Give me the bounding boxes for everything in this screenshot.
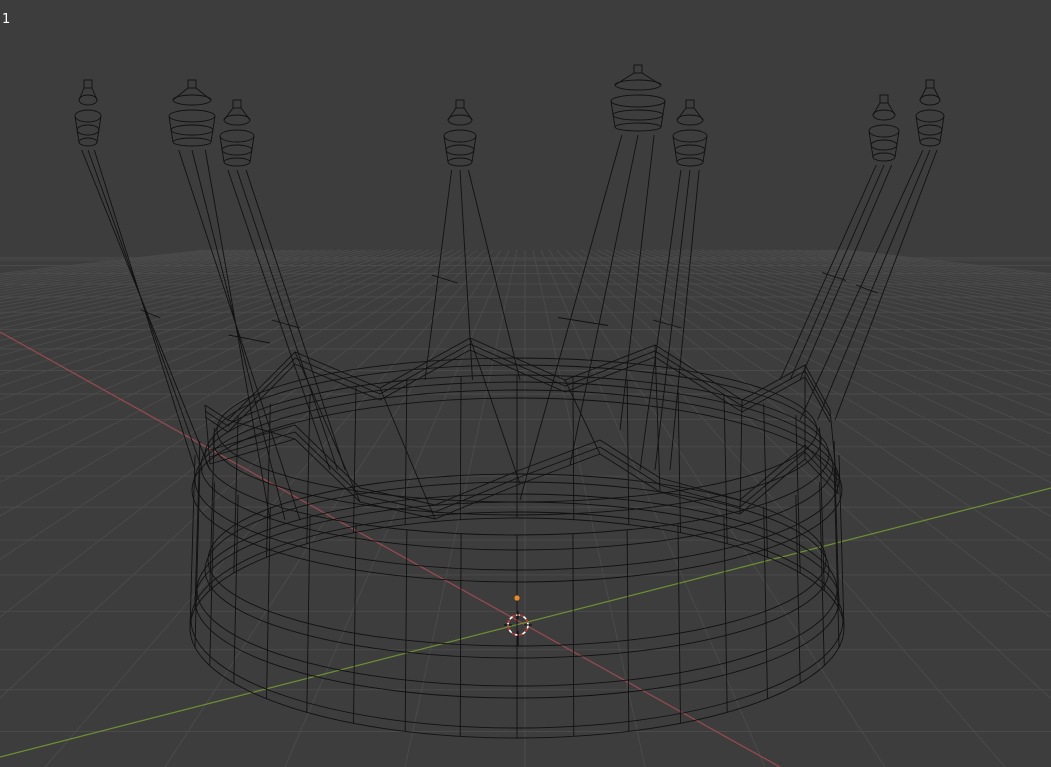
floor-grid [0, 249, 1051, 767]
origin-point[interactable] [514, 595, 520, 601]
crown-wireframe[interactable] [74, 64, 945, 739]
viewport-canvas[interactable] [0, 0, 1051, 767]
3d-cursor-icon[interactable] [504, 611, 532, 646]
3d-viewport[interactable]: 1 [0, 0, 1051, 767]
